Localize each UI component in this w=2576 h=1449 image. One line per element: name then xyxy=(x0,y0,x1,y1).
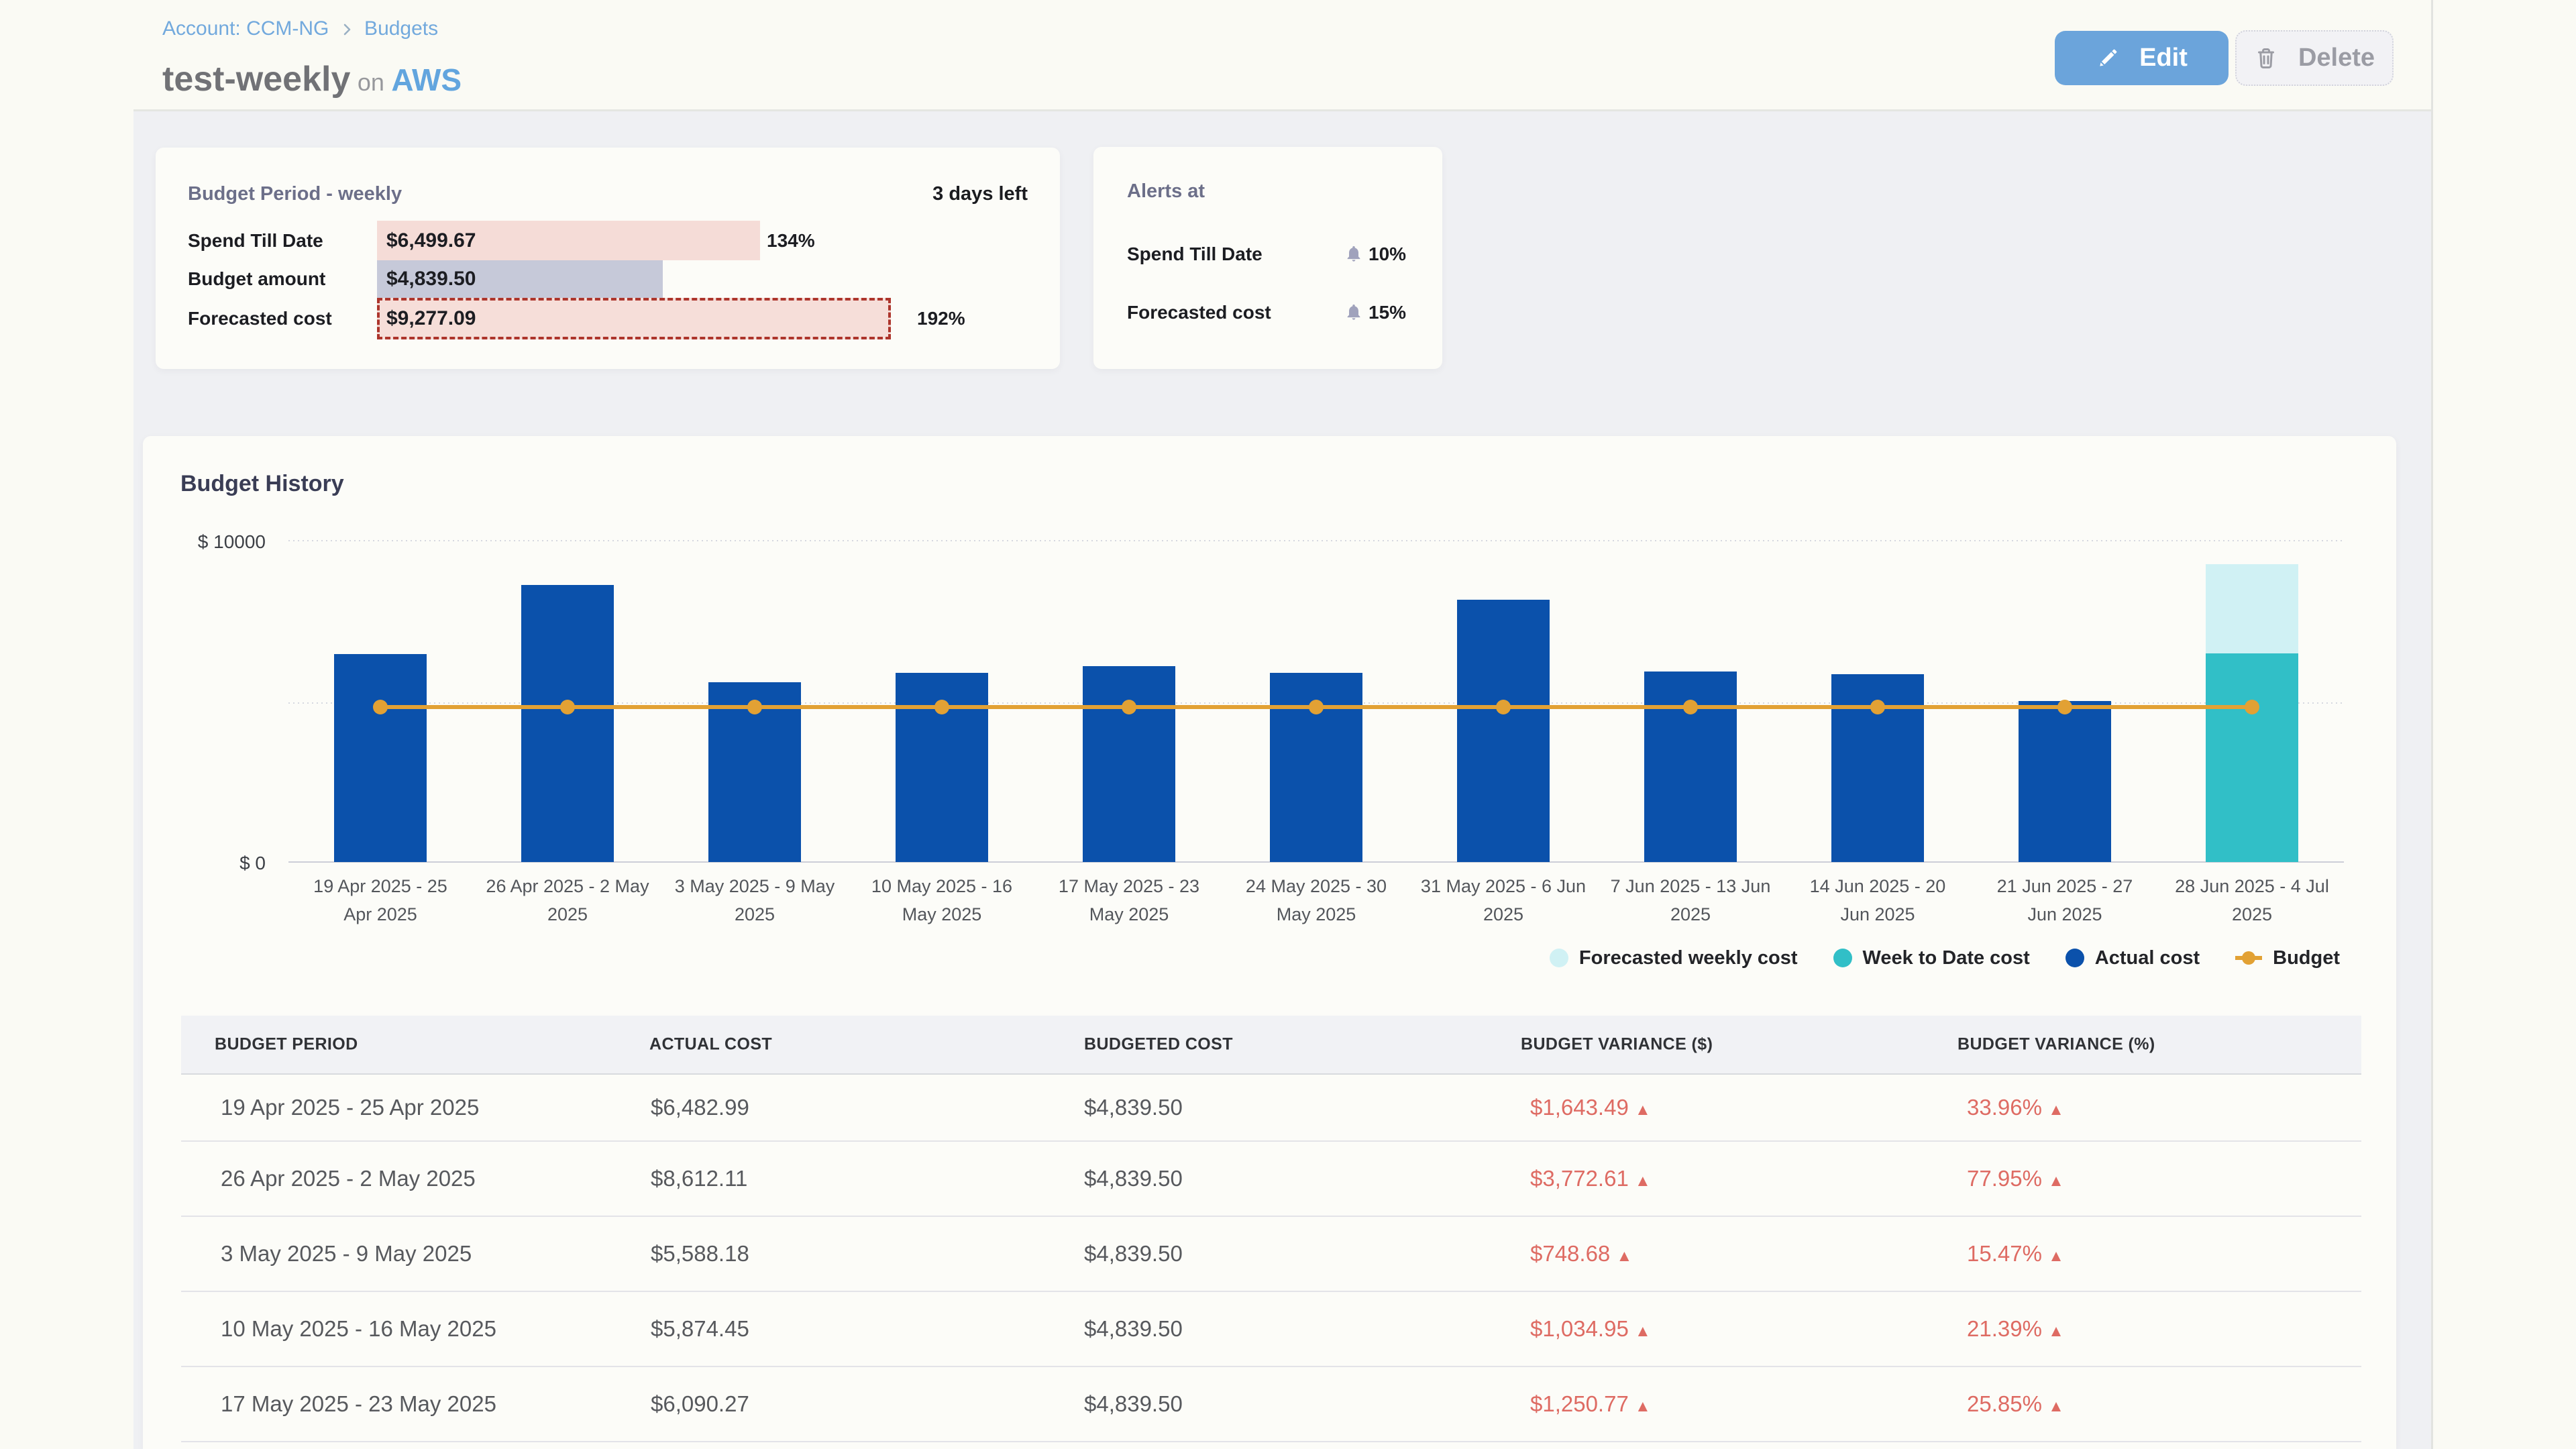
svg-text:19 Apr 2025 - 25: 19 Apr 2025 - 25 xyxy=(313,876,447,896)
svg-text:2025: 2025 xyxy=(2232,904,2272,924)
svg-text:17 May 2025 - 23: 17 May 2025 - 23 xyxy=(1059,876,1199,896)
svg-text:Jun 2025: Jun 2025 xyxy=(1840,904,1915,924)
svg-text:2025: 2025 xyxy=(1483,904,1523,924)
svg-text:Jun 2025: Jun 2025 xyxy=(2027,904,2102,924)
svg-text:2025: 2025 xyxy=(735,904,775,924)
svg-text:10 May 2025 - 16: 10 May 2025 - 16 xyxy=(871,876,1012,896)
svg-text:2025: 2025 xyxy=(1670,904,1711,924)
svg-text:May 2025: May 2025 xyxy=(1277,904,1356,924)
svg-text:$ 0: $ 0 xyxy=(239,853,266,873)
svg-text:3 May 2025 - 9 May: 3 May 2025 - 9 May xyxy=(675,876,835,896)
svg-text:28 Jun 2025 - 4 Jul: 28 Jun 2025 - 4 Jul xyxy=(2175,876,2329,896)
svg-text:Apr 2025: Apr 2025 xyxy=(343,904,417,924)
svg-text:May 2025: May 2025 xyxy=(1089,904,1169,924)
svg-text:$ 10000: $ 10000 xyxy=(198,531,266,552)
svg-text:14 Jun 2025 - 20: 14 Jun 2025 - 20 xyxy=(1810,876,1946,896)
svg-text:21 Jun 2025 - 27: 21 Jun 2025 - 27 xyxy=(1997,876,2133,896)
svg-text:7 Jun 2025 - 13 Jun: 7 Jun 2025 - 13 Jun xyxy=(1611,876,1771,896)
svg-text:2025: 2025 xyxy=(547,904,588,924)
svg-text:24 May 2025 - 30: 24 May 2025 - 30 xyxy=(1246,876,1387,896)
svg-text:26 Apr 2025 - 2 May: 26 Apr 2025 - 2 May xyxy=(486,876,649,896)
svg-text:31 May 2025 - 6 Jun: 31 May 2025 - 6 Jun xyxy=(1421,876,1586,896)
svg-text:May 2025: May 2025 xyxy=(902,904,982,924)
